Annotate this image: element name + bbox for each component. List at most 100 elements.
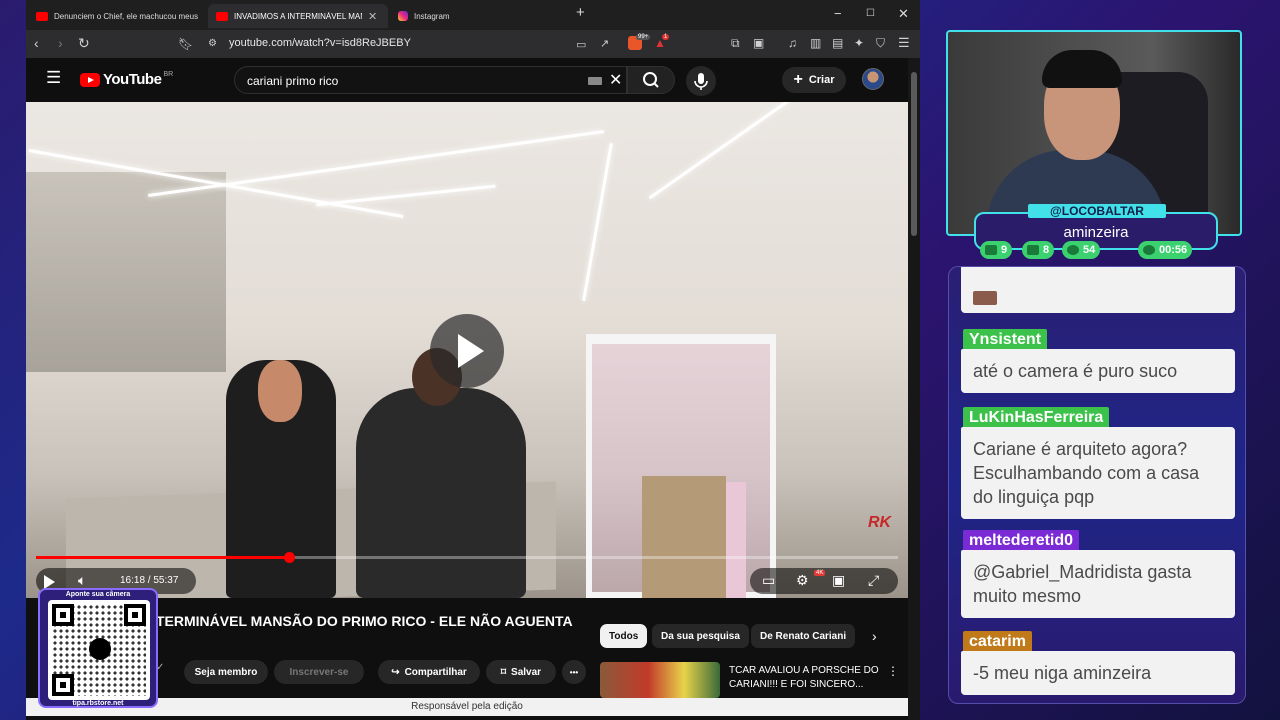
qr-finder xyxy=(52,674,74,696)
youtube-logo[interactable]: YouTube BR xyxy=(80,71,173,88)
ceiling-light xyxy=(316,184,496,207)
chat-message-cut xyxy=(961,267,1235,313)
rewards-badge: 1 xyxy=(662,34,670,40)
play-icon[interactable] xyxy=(44,575,55,589)
minimize-button[interactable]: − xyxy=(834,6,842,21)
share-icon[interactable]: ↗ xyxy=(600,37,609,50)
search-icon xyxy=(643,72,659,88)
chat-panel: Ynsistent até o camera é puro suco LuKin… xyxy=(948,266,1246,704)
nav-bar: ‹ › ↻ 🔖︎ ⚙ youtube.com/watch?v=isd8ReJBE… xyxy=(26,30,920,58)
qr-caption-bottom: tipa.rbstore.net xyxy=(72,700,124,707)
chat-message: até o camera é puro suco xyxy=(961,349,1235,393)
sidebar-icon[interactable]: ▥ xyxy=(810,36,821,50)
back-icon[interactable]: ‹ xyxy=(34,35,39,51)
youtube-wordmark: YouTube xyxy=(103,71,162,88)
avatar[interactable] xyxy=(862,68,884,90)
progress-bar[interactable] xyxy=(36,552,898,563)
ceiling-light xyxy=(648,102,864,200)
instagram-icon xyxy=(398,11,408,21)
new-tab-button[interactable]: + xyxy=(576,4,585,21)
share-button[interactable]: ↪ Compartilhar xyxy=(378,660,480,684)
more-vert-icon[interactable]: ⋮ xyxy=(887,664,899,678)
cardboard-box xyxy=(642,476,726,598)
status-bar: Responsável pela edição xyxy=(26,698,908,716)
subscribe-button[interactable]: Inscrever-se xyxy=(274,660,364,684)
share-arrow-icon: ↪ xyxy=(391,666,400,678)
search-button[interactable] xyxy=(627,66,675,94)
wallet-icon[interactable]: ▤ xyxy=(832,36,843,50)
cast-icon[interactable]: ▭ xyxy=(576,38,586,51)
chat-message: @Gabriel_Madridista gasta muito mesmo xyxy=(961,550,1235,618)
reload-icon[interactable]: ↻ xyxy=(78,35,90,52)
hamburger-menu-icon[interactable]: ☰ xyxy=(46,68,61,88)
scrollbar-thumb[interactable] xyxy=(911,72,917,236)
status-text: Responsável pela edição xyxy=(411,701,523,712)
bookmark-icon[interactable]: 🔖︎ xyxy=(178,37,193,51)
url-bar[interactable]: youtube.com/watch?v=isd8ReJBEBY xyxy=(229,37,411,49)
chat-username: meltederetid0 xyxy=(963,530,1080,552)
tab-3[interactable]: Instagram xyxy=(390,4,570,28)
tab-label: Instagram xyxy=(414,11,450,21)
person-right xyxy=(356,388,526,598)
create-button[interactable]: + Criar xyxy=(782,67,846,93)
vpn-icon[interactable]: ⛉ xyxy=(876,36,885,51)
tab-label: INVADIMOS A INTERMINÁVEL MANSÃ xyxy=(234,11,362,21)
site-settings-icon[interactable]: ⚙ xyxy=(208,38,217,49)
scrollbar[interactable] xyxy=(908,58,920,720)
voice-search-button[interactable] xyxy=(686,66,716,96)
video-player[interactable]: RK 🔈︎ 16:18 / 55:37 ▭ ⚙ 4K ▣ ⤢ xyxy=(26,102,908,598)
channel-watermark: RK xyxy=(868,514,892,531)
qr-caption-top: Aponte sua câmera xyxy=(65,591,131,598)
suggestion-thumbnail[interactable] xyxy=(600,662,720,698)
chip-from-search[interactable]: Da sua pesquisa xyxy=(652,624,749,648)
fullscreen-icon[interactable]: ⤢ xyxy=(868,572,879,589)
forward-icon[interactable]: › xyxy=(58,35,63,51)
more-actions-button[interactable]: ••• xyxy=(562,660,586,684)
volume-icon[interactable]: 🔈︎ xyxy=(78,572,86,589)
ceiling-light xyxy=(582,142,613,302)
chip-all[interactable]: Todos xyxy=(600,624,648,648)
qr-finder xyxy=(124,604,146,626)
tab-label: Denunciem o Chief, ele machucou meus sen xyxy=(54,11,198,21)
chip-from-channel[interactable]: De Renato Cariani xyxy=(751,624,856,648)
close-tab-icon[interactable]: ✕ xyxy=(368,10,377,23)
settings-gear-icon[interactable]: ⚙ xyxy=(796,572,809,589)
bookmark-icon: ⌑ xyxy=(500,666,507,678)
microphone-icon xyxy=(694,73,708,90)
extensions-icon[interactable]: ⧉ xyxy=(731,36,740,51)
tab-2[interactable]: INVADIMOS A INTERMINÁVEL MANSÃ ✕ xyxy=(208,4,388,28)
subtitles-icon[interactable]: ▭ xyxy=(762,572,775,589)
big-play-button[interactable] xyxy=(430,314,504,388)
chat-username: catarim xyxy=(963,631,1032,653)
twitch-viewers: 9 xyxy=(980,241,1013,259)
leo-ai-icon[interactable]: ✦ xyxy=(854,36,864,50)
search-query: cariani primo rico xyxy=(247,74,339,88)
youtube-header: ☰ YouTube BR cariani primo rico ✕ + Cria… xyxy=(26,58,908,102)
save-button[interactable]: ⌑ Salvar xyxy=(486,660,556,684)
clock-icon xyxy=(1143,245,1155,255)
clear-search-icon[interactable]: ✕ xyxy=(609,70,622,90)
youtube-count: 8 xyxy=(1043,244,1050,256)
qr-finder xyxy=(52,604,74,626)
ceiling-light xyxy=(148,130,604,197)
emote-icon xyxy=(973,291,997,305)
progress-scrubber[interactable] xyxy=(283,552,295,563)
screenshot-icon[interactable]: ▣ xyxy=(753,36,764,50)
suggestion-title[interactable]: TCAR AVALIOU A PORSCHE DO CARIANI!!! E F… xyxy=(729,664,879,692)
quality-badge: 4K xyxy=(814,570,826,576)
chevron-right-icon[interactable]: › xyxy=(872,628,877,644)
qr-code xyxy=(48,600,150,700)
search-input[interactable]: cariani primo rico ✕ xyxy=(234,66,627,94)
theater-mode-icon[interactable]: ▣ xyxy=(832,572,845,589)
menu-icon[interactable]: ☰ xyxy=(898,35,910,51)
music-icon[interactable]: ♫ xyxy=(788,36,797,50)
youtube-icon xyxy=(1027,245,1039,255)
close-window-button[interactable]: ✕ xyxy=(898,6,909,22)
twitch-icon xyxy=(985,245,997,255)
window-left xyxy=(26,172,226,372)
chat-message: -5 meu niga aminzeira xyxy=(961,651,1235,695)
maximize-button[interactable]: ☐ xyxy=(866,8,875,19)
keyboard-icon[interactable] xyxy=(588,77,602,85)
tab-1[interactable]: Denunciem o Chief, ele machucou meus sen xyxy=(28,4,206,28)
join-button[interactable]: Seja membro xyxy=(184,660,268,684)
